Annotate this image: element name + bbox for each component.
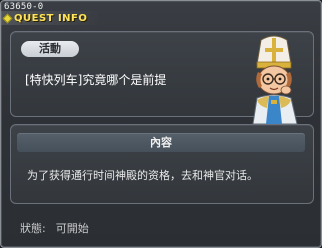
quest-info-window: 63650-0 QUEST INFO 活動 [特快列车]究竟哪个是前提 內容 为…: [0, 0, 322, 248]
content-text: 为了获得通行时间神殿的资格，去和神官对话。: [27, 169, 258, 182]
diamond-icon: [2, 13, 13, 23]
quest-summary-panel: 活動 [特快列车]究竟哪个是前提: [10, 31, 314, 124]
priest-npc-icon: [252, 35, 298, 124]
window-title: QUEST INFO: [14, 12, 88, 24]
quest-category-badge: 活動: [21, 41, 79, 57]
quest-status: 狀態: 可開始: [20, 220, 99, 236]
status-value: 可開始: [55, 222, 89, 235]
quest-name: [特快列车]究竟哪个是前提: [25, 73, 167, 87]
status-label: 狀態:: [20, 222, 46, 235]
quest-content-panel: 內容 为了获得通行时间神殿的资格，去和神官对话。: [10, 124, 314, 204]
content-header: 內容: [17, 133, 305, 152]
title-bar[interactable]: QUEST INFO: [1, 11, 101, 25]
